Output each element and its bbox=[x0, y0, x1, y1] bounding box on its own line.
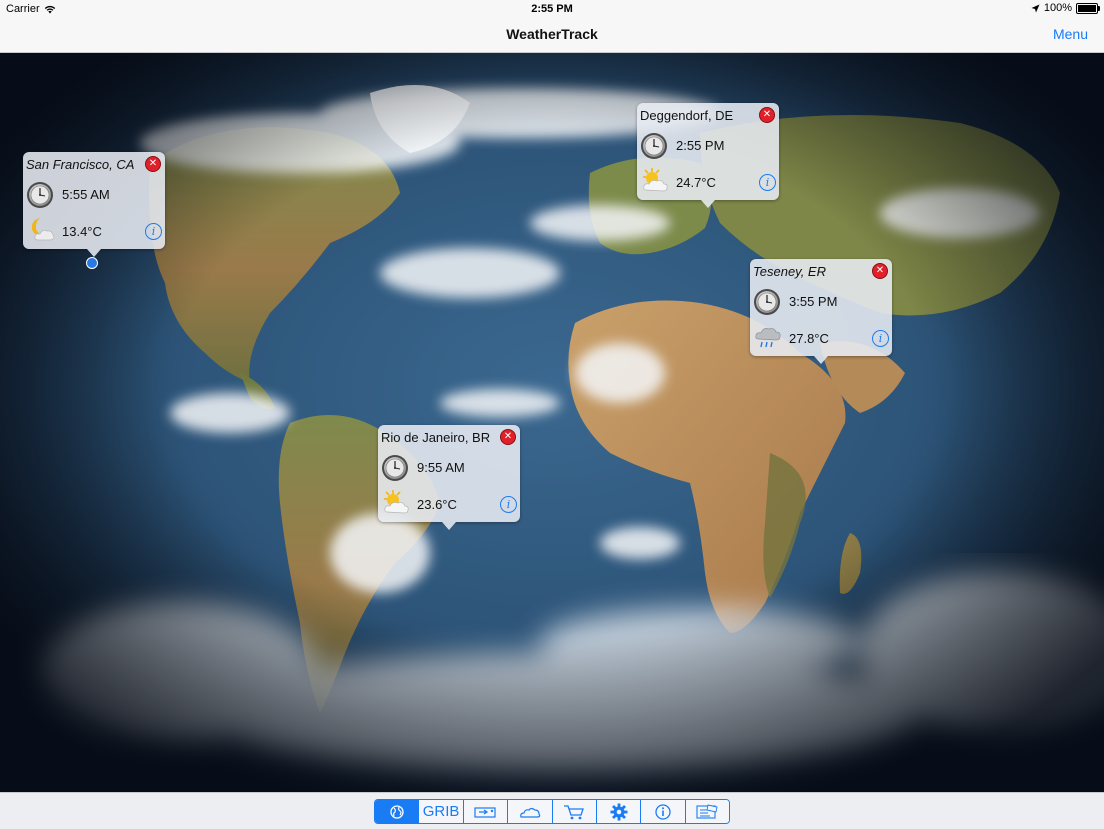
info-icon bbox=[655, 803, 671, 820]
temperature: 27.8°C bbox=[789, 331, 829, 346]
view-segmented-control: GRIB bbox=[374, 799, 730, 824]
info-button[interactable]: i bbox=[500, 496, 517, 513]
tab-grib[interactable]: GRIB bbox=[419, 800, 464, 823]
wind-map-icon bbox=[474, 806, 497, 818]
cart-icon bbox=[564, 804, 585, 819]
world-map[interactable]: San Francisco, CA ✕ 5:55 AM 13.4°C i Deg… bbox=[0, 53, 1104, 792]
info-button[interactable]: i bbox=[759, 174, 776, 191]
local-time: 2:55 PM bbox=[676, 138, 725, 153]
tab-news[interactable] bbox=[685, 800, 729, 823]
battery-percent: 100% bbox=[1043, 2, 1072, 14]
clock-icon bbox=[753, 288, 781, 316]
navigation-bar: WeatherTrack Menu bbox=[0, 18, 1104, 53]
info-button[interactable]: i bbox=[145, 223, 162, 240]
location-name: San Francisco, CA bbox=[26, 157, 135, 172]
partly-sunny-icon bbox=[381, 488, 411, 516]
world-map-image bbox=[0, 53, 1104, 792]
status-right: 100% bbox=[1031, 2, 1100, 14]
local-time: 3:55 PM bbox=[789, 294, 838, 309]
status-bar: Carrier 2:55 PM 100% bbox=[0, 0, 1104, 18]
temperature: 24.7°C bbox=[676, 175, 716, 190]
remove-location-button[interactable]: ✕ bbox=[145, 156, 161, 172]
location-callout[interactable]: Teseney, ER ✕ 3:55 PM 27.8°C i bbox=[750, 259, 892, 364]
news-icon bbox=[696, 803, 718, 819]
location-callout[interactable]: Rio de Janeiro, BR ✕ 9:55 AM 23.6°C i bbox=[378, 425, 520, 530]
temperature: 13.4°C bbox=[62, 224, 102, 239]
rain-cloud-icon bbox=[753, 322, 783, 350]
app-title: WeatherTrack bbox=[506, 26, 598, 42]
partly-sunny-icon bbox=[640, 166, 670, 194]
location-name: Deggendorf, DE bbox=[640, 108, 734, 123]
location-callout[interactable]: Deggendorf, DE ✕ 2:55 PM 24.7°C i bbox=[637, 103, 779, 208]
tab-cloud[interactable] bbox=[508, 800, 553, 823]
tab-settings[interactable] bbox=[596, 800, 642, 823]
location-callout[interactable]: San Francisco, CA ✕ 5:55 AM 13.4°C i bbox=[23, 152, 165, 257]
clock-icon bbox=[26, 181, 54, 209]
partly-cloudy-night-icon bbox=[26, 215, 56, 243]
remove-location-button[interactable]: ✕ bbox=[759, 107, 775, 123]
local-time: 9:55 AM bbox=[417, 460, 465, 475]
tab-globe[interactable] bbox=[375, 800, 420, 823]
clock-icon bbox=[381, 454, 409, 482]
tab-shop[interactable] bbox=[552, 800, 597, 823]
location-pin[interactable] bbox=[86, 257, 98, 269]
local-time: 5:55 AM bbox=[62, 187, 110, 202]
globe-icon bbox=[390, 804, 404, 819]
temperature: 23.6°C bbox=[417, 497, 457, 512]
battery-icon bbox=[1076, 2, 1100, 14]
tab-wind-map[interactable] bbox=[463, 800, 509, 823]
location-name: Rio de Janeiro, BR bbox=[381, 430, 491, 445]
tab-info[interactable] bbox=[641, 800, 686, 823]
status-time: 2:55 PM bbox=[531, 3, 573, 15]
gear-icon bbox=[610, 803, 628, 820]
cloud-icon bbox=[520, 807, 541, 818]
bottom-toolbar: GRIB bbox=[0, 792, 1104, 829]
info-button[interactable]: i bbox=[872, 330, 889, 347]
grib-label: GRIB bbox=[422, 803, 460, 820]
clock-icon bbox=[640, 132, 668, 160]
menu-button[interactable]: Menu bbox=[1053, 26, 1088, 42]
location-arrow-icon bbox=[1031, 4, 1040, 12]
remove-location-button[interactable]: ✕ bbox=[500, 429, 516, 445]
remove-location-button[interactable]: ✕ bbox=[872, 263, 888, 279]
location-name: Teseney, ER bbox=[753, 264, 826, 279]
